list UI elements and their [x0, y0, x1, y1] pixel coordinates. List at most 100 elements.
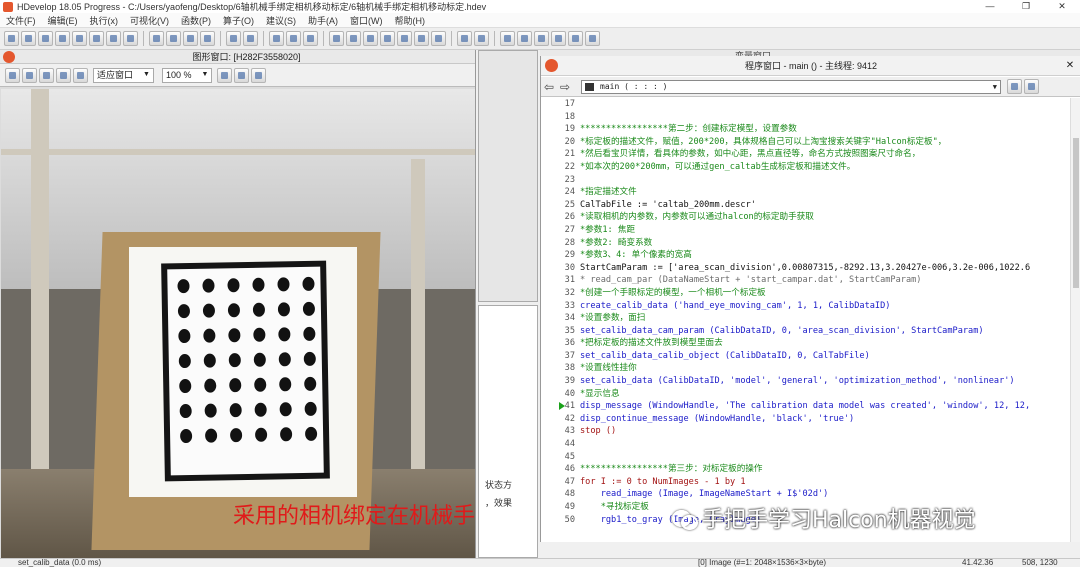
delete-icon[interactable]	[200, 31, 215, 46]
calibration-dot	[303, 351, 316, 366]
print-icon[interactable]	[89, 31, 104, 46]
menu-execute[interactable]: 执行(x)	[84, 14, 125, 27]
edit-procedure-icon[interactable]	[1007, 79, 1022, 94]
code-line[interactable]: 36 *把标定板的描述文件放到模型里面去	[541, 337, 1080, 350]
hand-pan-icon[interactable]	[39, 67, 54, 83]
save-icon[interactable]	[55, 31, 70, 46]
code-line[interactable]: 26 *读取相机的内参数，内参数可以通过halcon的标定助手获取	[541, 211, 1080, 224]
copy-icon[interactable]	[166, 31, 181, 46]
code-line[interactable]: 42 disp_continue_message (WindowHandle, '…	[541, 413, 1080, 426]
menu-file[interactable]: 文件(F)	[0, 14, 42, 27]
code-line[interactable]: 39 set_calib_data (CalibDataID, 'model', …	[541, 375, 1080, 388]
code-line[interactable]: 34 *设置参数，面扫	[541, 312, 1080, 325]
code-line[interactable]: 46 *****************第三步：对标定板的操作	[541, 463, 1080, 476]
maximize-button[interactable]: ❐	[1008, 0, 1044, 13]
zoom-window-icon[interactable]	[568, 31, 583, 46]
reset-icon[interactable]	[414, 31, 429, 46]
back-arrow-icon[interactable]: ⇦	[541, 80, 557, 94]
redo-icon[interactable]	[243, 31, 258, 46]
menu-window[interactable]: 窗口(W)	[344, 14, 389, 27]
title-bar: HDevelop 18.05 Progress - C:/Users/yaofe…	[0, 0, 1080, 13]
forward-arrow-icon[interactable]: ⇨	[557, 80, 573, 94]
open-example-icon[interactable]	[38, 31, 53, 46]
code-line[interactable]: 23	[541, 174, 1080, 187]
menu-operators[interactable]: 算子(O)	[217, 14, 260, 27]
step-into-icon[interactable]	[363, 31, 378, 46]
code-line[interactable]: 17	[541, 98, 1080, 111]
code-line[interactable]: 20 *标定板的描述文件，赋值，200*200，具体规格自己可以上淘宝搜索关键字"…	[541, 136, 1080, 149]
code-line[interactable]: 18	[541, 111, 1080, 124]
menu-suggestions[interactable]: 建议(S)	[260, 14, 302, 27]
save-as-icon[interactable]	[72, 31, 87, 46]
code-line[interactable]: 48 read_image (Image, ImageNameStart + I…	[541, 488, 1080, 501]
code-line[interactable]: 24 *指定描述文件	[541, 186, 1080, 199]
minimize-button[interactable]: —	[972, 0, 1008, 13]
run-to-insert-icon[interactable]	[431, 31, 446, 46]
close-icon[interactable]: ✕	[1060, 60, 1080, 71]
code-line[interactable]: 37 set_calib_data_calib_object (CalibData…	[541, 350, 1080, 363]
menu-procedures[interactable]: 函数(P)	[175, 14, 217, 27]
color-palette-icon[interactable]	[217, 67, 233, 83]
code-line[interactable]: 47 for I := 0 to NumImages - 1 by 1	[541, 476, 1080, 489]
export-icon[interactable]	[123, 31, 138, 46]
indent-icon[interactable]	[269, 31, 284, 46]
calibration-dot	[252, 302, 266, 317]
procedure-select[interactable]: main ( : : : ) ▼	[581, 79, 1001, 94]
stop-icon[interactable]	[397, 31, 412, 46]
code-editor[interactable]: 17 18 19 *****************第二步：创建标定模型，设置参数 20…	[541, 98, 1080, 542]
zoom-icon[interactable]	[73, 67, 88, 83]
code-line[interactable]: 25 CalTabFile := 'caltab_200mm.descr'	[541, 199, 1080, 212]
close-button[interactable]: ✕	[1044, 0, 1080, 13]
menu-assistants[interactable]: 助手(A)	[302, 14, 344, 27]
find-icon[interactable]	[286, 31, 301, 46]
menu-help[interactable]: 帮助(H)	[389, 14, 432, 27]
code-line[interactable]: 38 *设置线性挂你	[541, 362, 1080, 375]
code-line[interactable]: 29 *参数3、4: 单个像素的宽高	[541, 249, 1080, 262]
code-line[interactable]: 21 *然后看宝贝详情，看具体的参数，如中心距，黑点直径等，命名方式按照图案尺寸命…	[541, 148, 1080, 161]
code-line[interactable]: 33 create_calib_data ('hand_eye_moving_ca…	[541, 300, 1080, 313]
properties-icon[interactable]	[106, 31, 121, 46]
bulb-icon[interactable]	[251, 67, 267, 83]
step-over-icon[interactable]	[346, 31, 361, 46]
feature-histogram-icon[interactable]	[551, 31, 566, 46]
code-line[interactable]: 44	[541, 438, 1080, 451]
paste-icon[interactable]	[183, 31, 198, 46]
menu-edit[interactable]: 编辑(E)	[42, 14, 84, 27]
code-line[interactable]: 40 *显示信息	[541, 388, 1080, 401]
code-line[interactable]: 31 * read_cam_par (DataNameStart + 'start…	[541, 274, 1080, 287]
undo-icon[interactable]	[226, 31, 241, 46]
code-line[interactable]: 22 *如本次的200*200mm，可以通过gen_caltab生成标定板和描述文…	[541, 161, 1080, 174]
step-out-icon[interactable]	[380, 31, 395, 46]
image-acquisition-icon[interactable]	[457, 31, 472, 46]
code-line[interactable]: 43 stop ()	[541, 425, 1080, 438]
procedure-interface-icon[interactable]	[1024, 79, 1039, 94]
zoom-select[interactable]: 100 % ▼	[161, 67, 213, 83]
code-line[interactable]: 35 set_calib_data_cam_param (CalibDataID,…	[541, 325, 1080, 338]
run-icon[interactable]	[329, 31, 344, 46]
profiler-icon[interactable]	[474, 31, 489, 46]
open-file-icon[interactable]	[21, 31, 36, 46]
vertical-scrollbar[interactable]	[1070, 98, 1080, 542]
cut-icon[interactable]	[149, 31, 164, 46]
scrollbar-thumb[interactable]	[1073, 138, 1079, 288]
code-line[interactable]: 45	[541, 451, 1080, 464]
magnifier-icon[interactable]	[56, 67, 71, 83]
line-profile-icon[interactable]	[517, 31, 532, 46]
code-line[interactable]: 41 disp_message (WindowHandle, 'The calib…	[541, 400, 1080, 413]
fit-window-select[interactable]: 适应窗口 ▼	[93, 67, 154, 83]
binoculars-icon[interactable]	[303, 31, 318, 46]
code-line[interactable]: 19 *****************第二步：创建标定模型，设置参数	[541, 123, 1080, 136]
code-line[interactable]: 27 *参数1: 焦距	[541, 224, 1080, 237]
pointer-icon[interactable]	[22, 67, 37, 83]
code-line[interactable]: 28 *参数2: 畸变系数	[541, 237, 1080, 250]
code-line[interactable]: 32 *创建一个手眼标定的模型，一个相机一个标定板	[541, 287, 1080, 300]
gray-histogram-icon[interactable]	[534, 31, 549, 46]
save-image-icon[interactable]	[5, 67, 20, 83]
inspect-icon[interactable]	[585, 31, 600, 46]
clear-window-icon[interactable]	[234, 67, 250, 83]
camera-image[interactable]: 采用的相机绑定在机械手的末端上	[1, 89, 475, 558]
histogram-icon[interactable]	[500, 31, 515, 46]
code-line[interactable]: 30 StartCamParam := ['area_scan_division'…	[541, 262, 1080, 275]
new-file-icon[interactable]	[4, 31, 19, 46]
menu-visualization[interactable]: 可视化(V)	[124, 14, 175, 27]
